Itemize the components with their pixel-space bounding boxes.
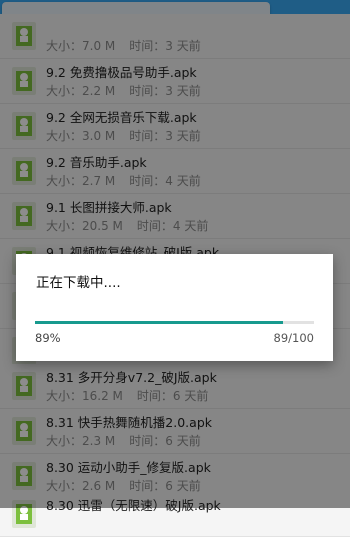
download-progress-dialog: 正在下载中.... 89% 89/100 [16,254,333,361]
list-item-meta [46,515,60,529]
progress-bar [35,321,314,324]
dialog-title: 正在下载中.... [36,275,121,291]
progress-percent: 89% [35,331,61,345]
progress-count: 89/100 [273,331,314,345]
progress-fill [35,321,284,324]
